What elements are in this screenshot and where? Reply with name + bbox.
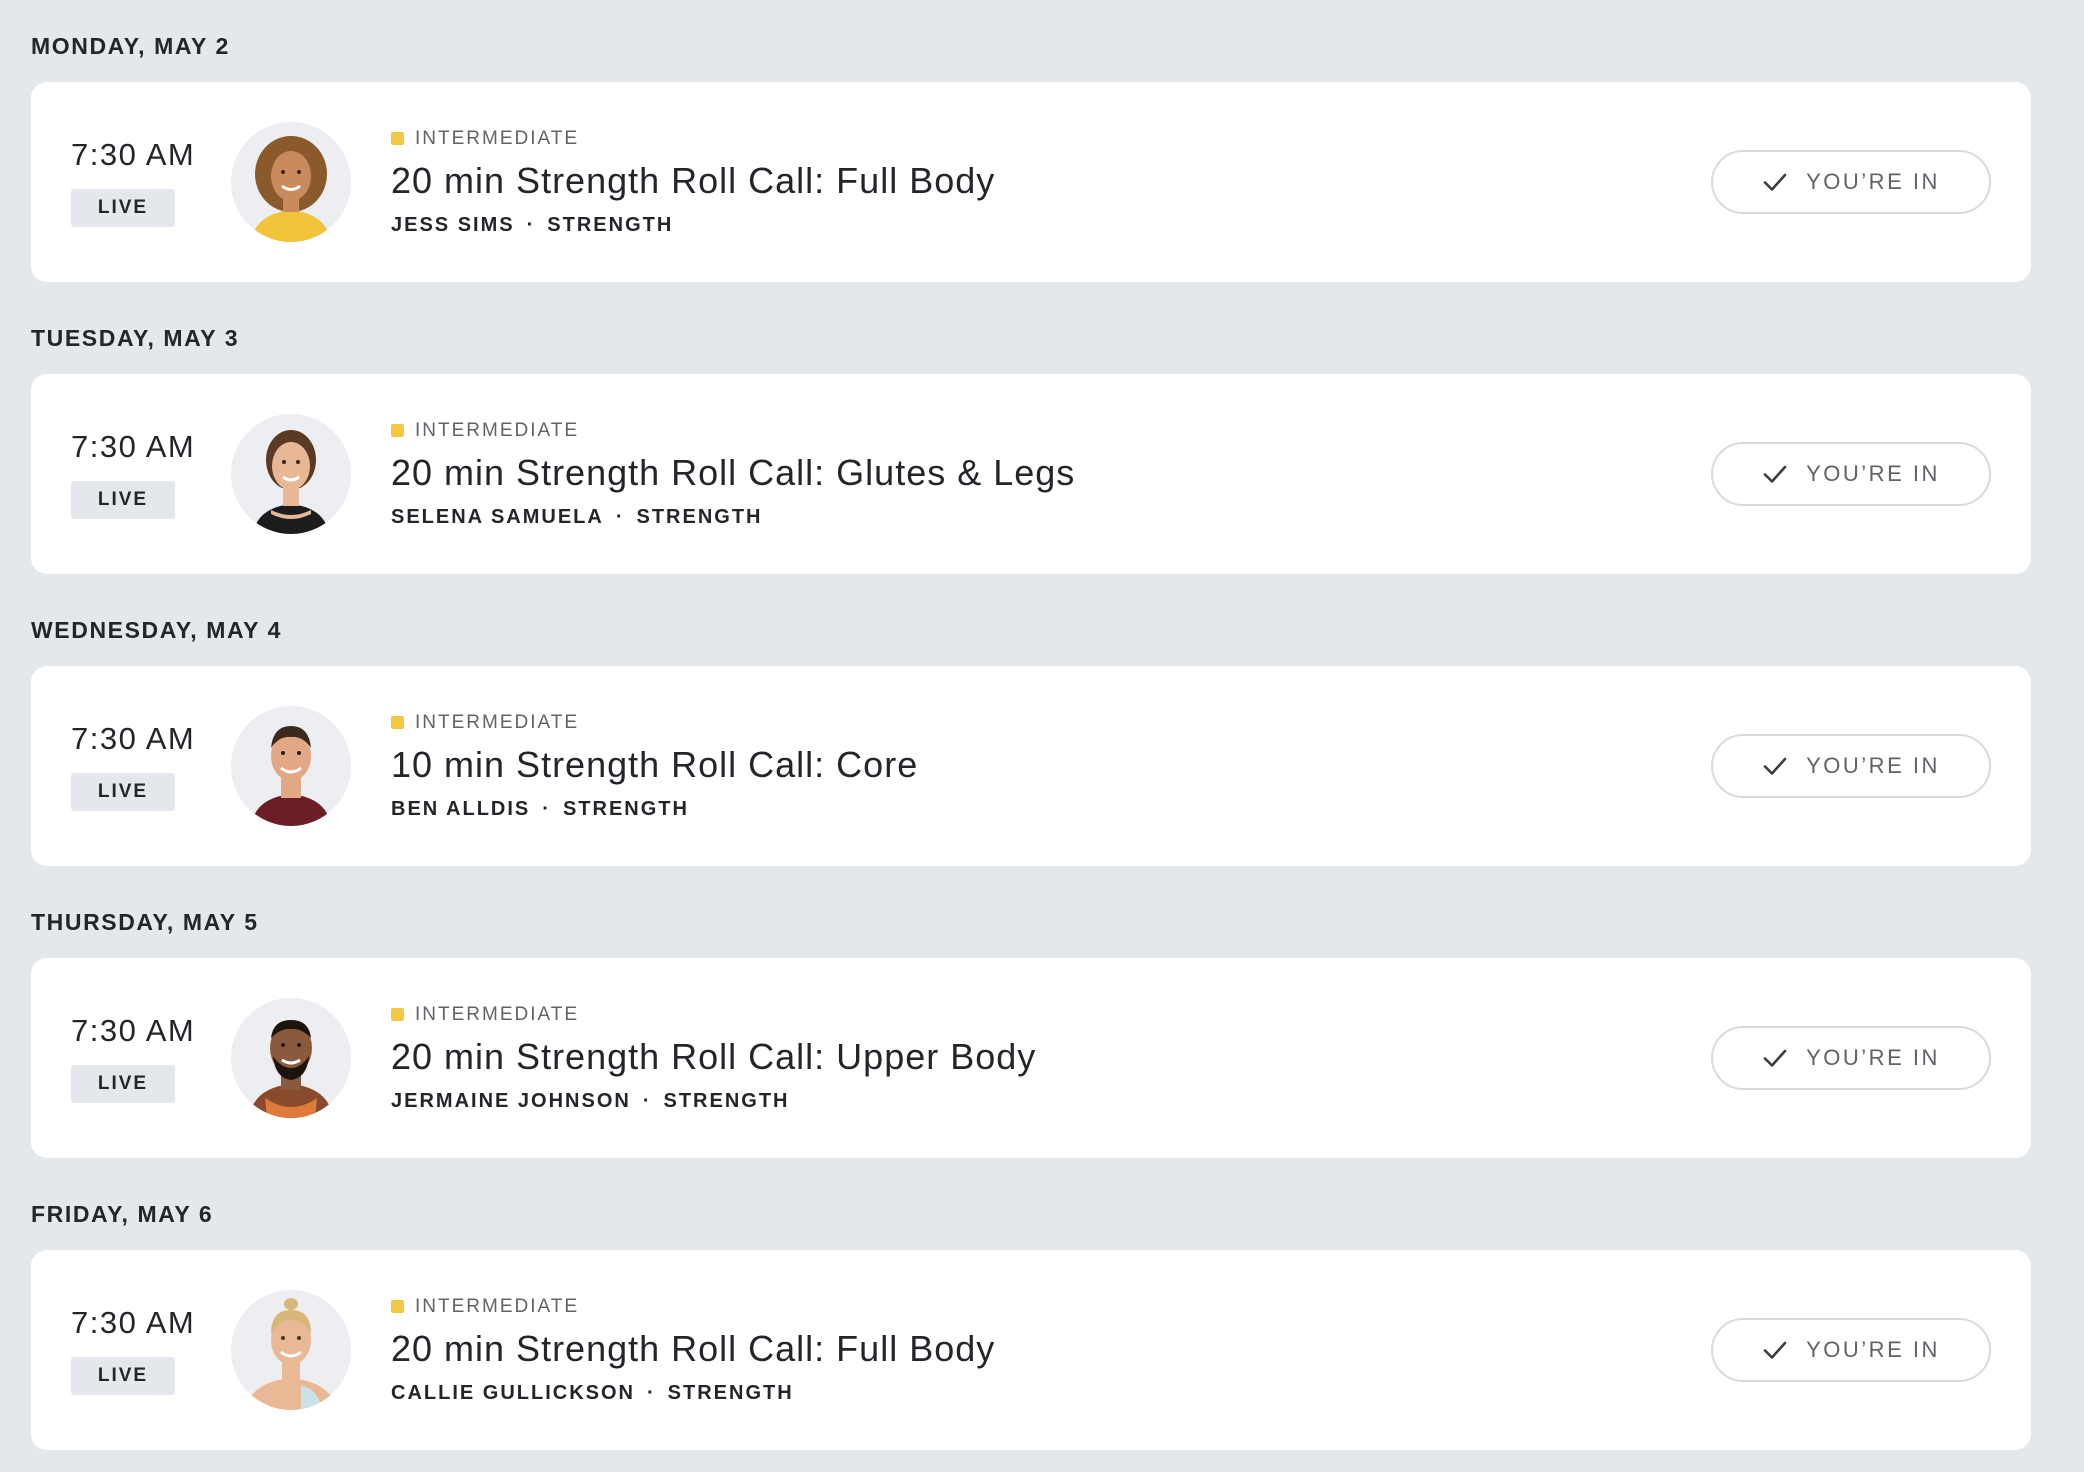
difficulty-indicator-icon [391, 424, 404, 437]
schedule-day: FRIDAY, MAY 6 7:30 AM LIVE INTERMEDIATE … [31, 1168, 2031, 1460]
class-time: 7:30 AM [71, 721, 196, 756]
class-schedule: MONDAY, MAY 2 7:30 AM LIVE INTERMEDIATE … [0, 0, 2084, 1472]
difficulty-indicator-icon [391, 1300, 404, 1313]
difficulty-text: INTERMEDIATE [415, 1003, 580, 1025]
check-icon [1763, 173, 1787, 191]
class-time-block: 7:30 AM LIVE [31, 429, 231, 519]
status-label: YOU’RE IN [1806, 753, 1940, 778]
class-meta: JERMAINE JOHNSON · STRENGTH [391, 1090, 1036, 1113]
instructor-avatar[interactable] [231, 706, 351, 826]
class-info: INTERMEDIATE 10 min Strength Roll Call: … [391, 712, 918, 821]
day-heading: FRIDAY, MAY 6 [31, 1201, 214, 1227]
class-time-block: 7:30 AM LIVE [31, 1305, 231, 1395]
status-label: YOU’RE IN [1806, 1045, 1940, 1070]
difficulty-label: INTERMEDIATE [391, 420, 1075, 442]
class-category: STRENGTH [663, 1089, 790, 1112]
difficulty-indicator-icon [391, 1008, 404, 1021]
difficulty-label: INTERMEDIATE [391, 1004, 1036, 1026]
difficulty-label: INTERMEDIATE [391, 128, 995, 150]
difficulty-text: INTERMEDIATE [415, 711, 580, 733]
youre-in-button[interactable]: YOU’RE IN [1711, 150, 1991, 214]
class-category: STRENGTH [547, 213, 674, 236]
class-card[interactable]: 7:30 AM LIVE INTERMEDIATE 20 min Strengt… [31, 1250, 2031, 1450]
meta-separator: · [615, 505, 625, 528]
schedule-day: TUESDAY, MAY 3 7:30 AM LIVE INTERMEDIATE… [31, 292, 2031, 584]
difficulty-label: INTERMEDIATE [391, 712, 918, 734]
day-heading: THURSDAY, MAY 5 [31, 909, 259, 935]
instructor-name[interactable]: CALLIE GULLICKSON [391, 1382, 635, 1405]
live-badge: LIVE [71, 1065, 175, 1103]
class-info: INTERMEDIATE 20 min Strength Roll Call: … [391, 1004, 1036, 1113]
class-time: 7:30 AM [71, 1013, 196, 1048]
class-title[interactable]: 20 min Strength Roll Call: Glutes & Legs [391, 452, 1075, 494]
class-title[interactable]: 20 min Strength Roll Call: Full Body [391, 160, 995, 202]
difficulty-indicator-icon [391, 716, 404, 729]
meta-separator: · [542, 797, 551, 820]
schedule-day: WEDNESDAY, MAY 4 7:30 AM LIVE INTERMEDIA… [31, 584, 2031, 876]
youre-in-button[interactable]: YOU’RE IN [1711, 1026, 1991, 1090]
class-info: INTERMEDIATE 20 min Strength Roll Call: … [391, 1296, 995, 1405]
difficulty-label: INTERMEDIATE [391, 1296, 995, 1318]
live-badge: LIVE [71, 481, 175, 519]
check-icon [1763, 1049, 1787, 1067]
class-time-block: 7:30 AM LIVE [31, 1013, 231, 1103]
class-meta: BEN ALLDIS · STRENGTH [391, 798, 918, 821]
difficulty-text: INTERMEDIATE [415, 127, 580, 149]
check-icon [1763, 1341, 1787, 1359]
class-card[interactable]: 7:30 AM LIVE INTERMEDIATE 20 min Strengt… [31, 958, 2031, 1158]
instructor-name[interactable]: JERMAINE JOHNSON [391, 1090, 631, 1113]
class-time: 7:30 AM [71, 429, 196, 464]
schedule-day: THURSDAY, MAY 5 7:30 AM LIVE INTERMEDIAT… [31, 876, 2031, 1168]
class-info: INTERMEDIATE 20 min Strength Roll Call: … [391, 420, 1075, 529]
meta-separator: · [642, 1089, 652, 1112]
live-badge: LIVE [71, 773, 175, 811]
instructor-name[interactable]: JESS SIMS [391, 214, 515, 237]
instructor-avatar[interactable] [231, 122, 351, 242]
class-category: STRENGTH [667, 1381, 794, 1404]
class-category: STRENGTH [636, 505, 763, 528]
class-title[interactable]: 20 min Strength Roll Call: Full Body [391, 1328, 995, 1370]
instructor-avatar[interactable] [231, 1290, 351, 1410]
class-meta: SELENA SAMUELA · STRENGTH [391, 506, 1075, 529]
class-card[interactable]: 7:30 AM LIVE INTERMEDIATE [31, 666, 2031, 866]
class-meta: CALLIE GULLICKSON · STRENGTH [391, 1382, 995, 1405]
check-icon [1763, 465, 1787, 483]
difficulty-indicator-icon [391, 132, 404, 145]
meta-separator: · [647, 1381, 656, 1404]
status-label: YOU’RE IN [1806, 169, 1940, 194]
status-label: YOU’RE IN [1806, 1337, 1940, 1362]
day-heading: MONDAY, MAY 2 [31, 33, 230, 59]
day-heading: WEDNESDAY, MAY 4 [31, 617, 282, 643]
class-title[interactable]: 20 min Strength Roll Call: Upper Body [391, 1036, 1036, 1078]
youre-in-button[interactable]: YOU’RE IN [1711, 442, 1991, 506]
class-time: 7:30 AM [71, 137, 196, 172]
class-meta: JESS SIMS · STRENGTH [391, 214, 995, 237]
class-card[interactable]: 7:30 AM LIVE INTERMEDIATE 20 min Strengt… [31, 374, 2031, 574]
status-label: YOU’RE IN [1806, 461, 1940, 486]
youre-in-button[interactable]: YOU’RE IN [1711, 734, 1991, 798]
instructor-name[interactable]: BEN ALLDIS [391, 798, 530, 821]
class-time-block: 7:30 AM LIVE [31, 137, 231, 227]
instructor-avatar[interactable] [231, 998, 351, 1118]
meta-separator: · [526, 213, 536, 236]
class-time-block: 7:30 AM LIVE [31, 721, 231, 811]
live-badge: LIVE [71, 189, 175, 227]
day-heading: TUESDAY, MAY 3 [31, 325, 240, 351]
instructor-avatar[interactable] [231, 414, 351, 534]
class-category: STRENGTH [562, 797, 689, 820]
schedule-day: MONDAY, MAY 2 7:30 AM LIVE INTERMEDIATE … [31, 0, 2031, 292]
class-title[interactable]: 10 min Strength Roll Call: Core [391, 744, 918, 786]
youre-in-button[interactable]: YOU’RE IN [1711, 1318, 1991, 1382]
live-badge: LIVE [71, 1357, 175, 1395]
class-card[interactable]: 7:30 AM LIVE INTERMEDIATE [31, 82, 2031, 282]
check-icon [1763, 757, 1787, 775]
class-info: INTERMEDIATE 20 min Strength Roll Call: … [391, 128, 995, 237]
instructor-name[interactable]: SELENA SAMUELA [391, 506, 604, 529]
difficulty-text: INTERMEDIATE [415, 419, 580, 441]
difficulty-text: INTERMEDIATE [415, 1295, 580, 1317]
class-time: 7:30 AM [71, 1305, 196, 1340]
